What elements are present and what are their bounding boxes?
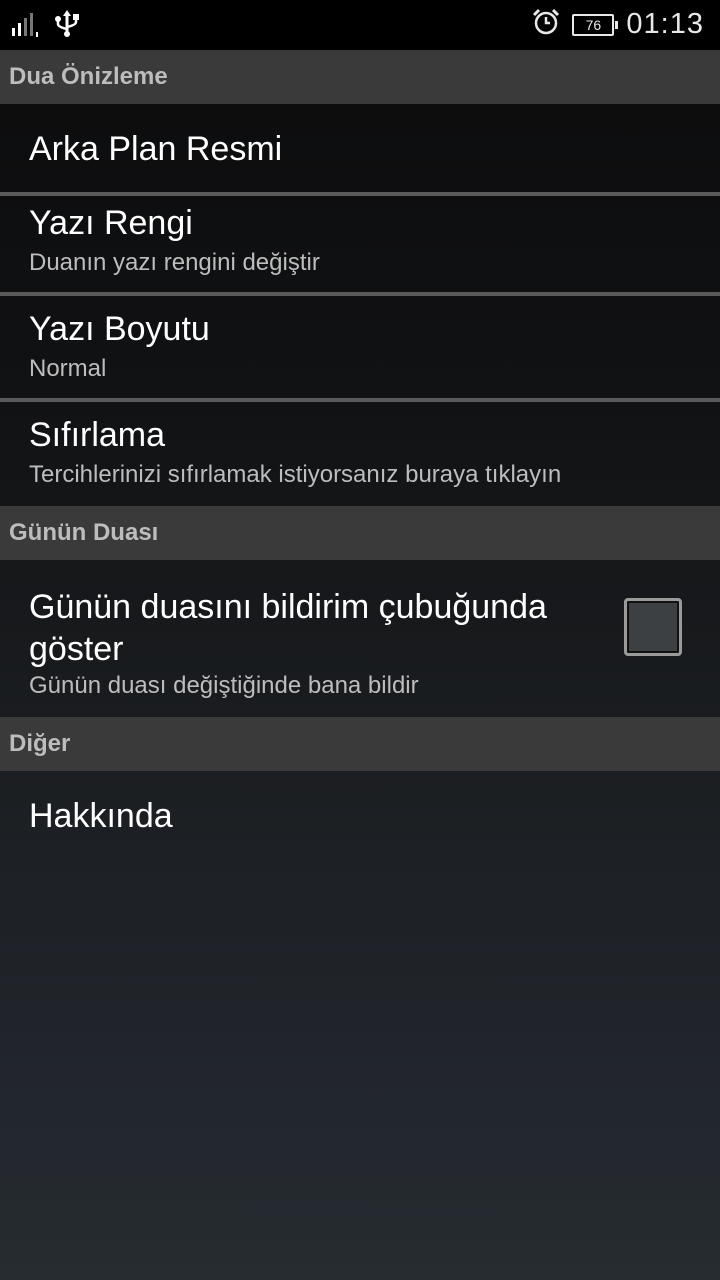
category-header-gunun-duasi: Günün Duası xyxy=(0,506,720,560)
battery-icon: 76 xyxy=(572,13,619,36)
pref-summary: Duanın yazı rengini değiştir xyxy=(29,249,320,276)
usb-icon xyxy=(54,10,80,43)
pref-title: Arka Plan Resmi xyxy=(29,130,283,168)
pref-text-size[interactable]: Yazı Boyutu Normal xyxy=(0,296,720,398)
pref-title: Günün duasını bildirim çubuğunda göster xyxy=(29,588,547,668)
signal-bars-icon xyxy=(10,12,40,43)
clock-time: 01:13 xyxy=(626,8,704,40)
pref-title: Yazı Rengi xyxy=(29,204,193,242)
pref-show-in-notification[interactable]: Günün duasını bildirim çubuğunda göster … xyxy=(0,560,720,716)
pref-reset[interactable]: Sıfırlama Tercihlerinizi sıfırlamak isti… xyxy=(0,402,720,506)
notification-checkbox[interactable] xyxy=(624,598,682,656)
status-bar: 76 01:13 xyxy=(0,0,720,50)
pref-title: Hakkında xyxy=(29,797,173,835)
pref-about[interactable]: Hakkında xyxy=(0,771,720,865)
alarm-clock-icon xyxy=(532,8,560,41)
pref-title: Yazı Boyutu xyxy=(29,310,210,348)
category-header-dua-onizleme: Dua Önizleme xyxy=(0,50,720,104)
pref-text-color[interactable]: Yazı Rengi Duanın yazı rengini değiştir xyxy=(0,196,720,292)
category-header-diger: Diğer xyxy=(0,717,720,771)
pref-summary: Tercihlerinizi sıfırlamak istiyorsanız b… xyxy=(29,461,562,488)
pref-title: Sıfırlama xyxy=(29,416,166,454)
pref-background-image[interactable]: Arka Plan Resmi xyxy=(0,104,720,192)
pref-summary: Normal xyxy=(29,355,107,382)
pref-summary: Günün duası değiştiğinde bana bildir xyxy=(29,672,419,699)
